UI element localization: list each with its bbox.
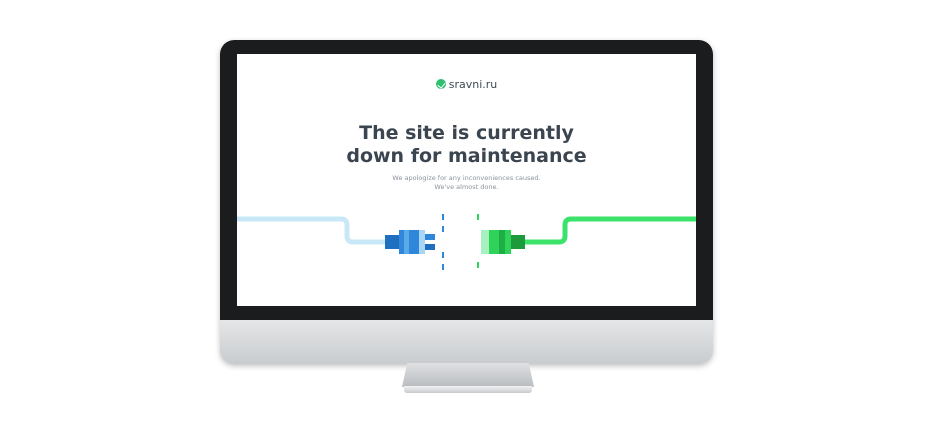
green-socket-icon (481, 230, 525, 254)
blue-plug-icon (385, 230, 435, 254)
plug-illustration (237, 214, 696, 270)
monitor-screen: sravni.ru The site is currently down for… (237, 54, 696, 306)
monitor-chin (220, 320, 713, 364)
monitor-bezel: sravni.ru The site is currently down for… (220, 40, 713, 320)
monitor-icon: sravni.ru The site is currently down for… (220, 40, 713, 364)
stage: sravni.ru The site is currently down for… (0, 0, 930, 422)
monitor-stand (402, 363, 534, 387)
monitor-stand-base (404, 386, 532, 393)
green-cable (525, 216, 696, 245)
spark-dashes (442, 214, 479, 270)
blue-cable (237, 216, 389, 245)
